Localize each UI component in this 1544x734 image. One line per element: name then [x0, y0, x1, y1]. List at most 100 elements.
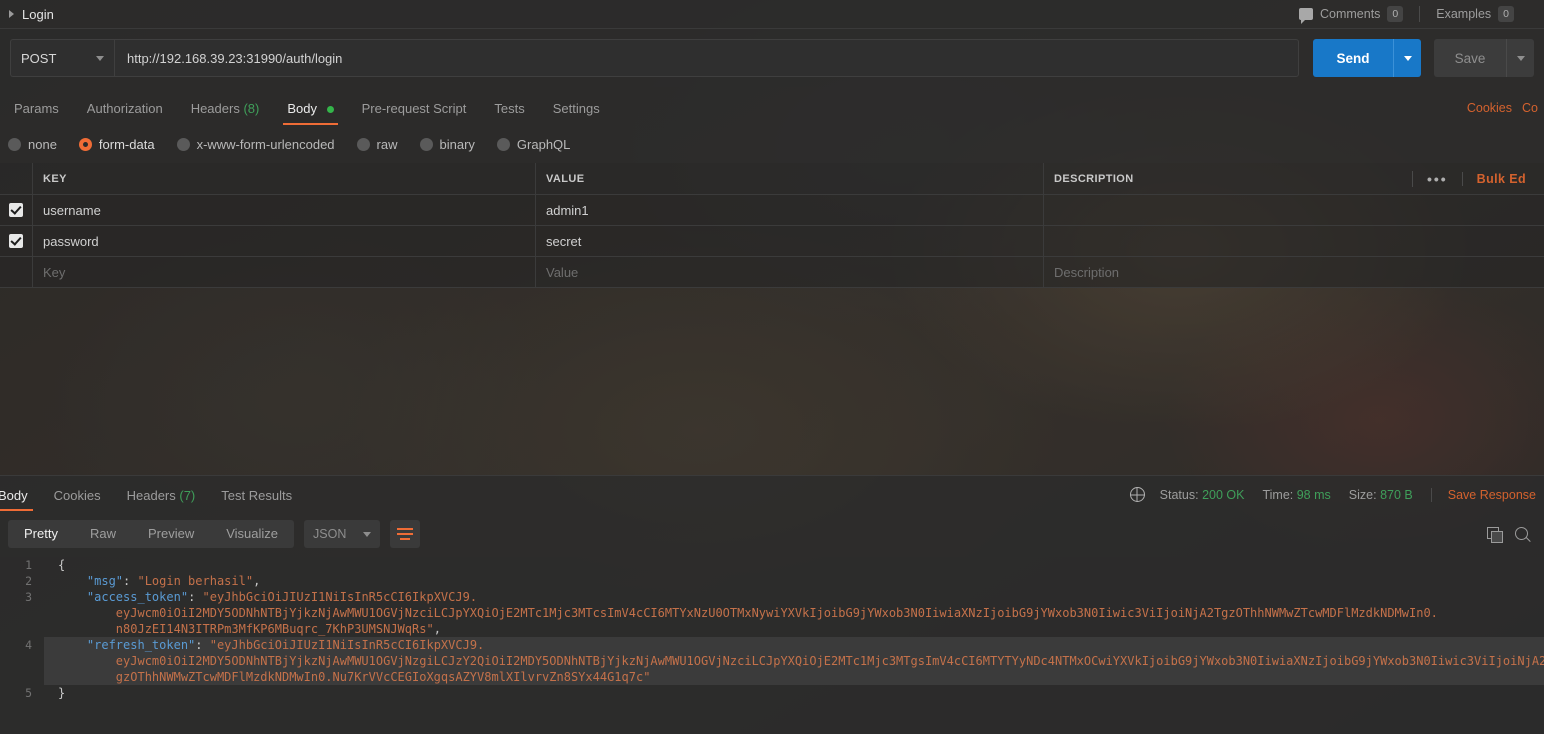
save-options-button[interactable]	[1506, 39, 1534, 77]
response-format-value: JSON	[313, 527, 347, 541]
row-key-input[interactable]: username	[33, 195, 536, 225]
body-type-raw[interactable]: raw	[356, 136, 398, 152]
body-type-binary[interactable]: binary	[419, 136, 475, 152]
code-token: "eyJhbGciOiJIUzI1NiIsInR5cCI6IkpXVCJ9.	[209, 638, 485, 652]
wrap-line-icon	[397, 528, 414, 530]
code-link[interactable]: Co	[1522, 101, 1538, 115]
code-token: ,	[433, 622, 441, 636]
code-line-text: eyJwcm0iOiI2MDY5ODNhNTBjYjkzNjAwMWU1OGVj…	[44, 605, 1544, 621]
radio-label: raw	[376, 136, 398, 152]
code-token: {	[58, 558, 66, 572]
body-type-x-www-form-urlencoded[interactable]: x-www-form-urlencoded	[176, 136, 335, 152]
view-mode-preview[interactable]: Preview	[132, 520, 210, 548]
new-row-value-input[interactable]: Value	[536, 257, 1044, 287]
wrap-line-icon	[400, 538, 411, 540]
send-button-group: Send	[1313, 39, 1421, 77]
radio-icon	[356, 137, 370, 151]
row-checkbox[interactable]	[9, 234, 23, 248]
code-line-text: "msg": "Login berhasil",	[44, 573, 1544, 589]
wrap-line-icon	[397, 533, 414, 535]
response-tab-body[interactable]: Body	[0, 488, 41, 511]
more-options-icon[interactable]: •••	[1411, 170, 1462, 187]
row-key-input[interactable]: password	[33, 226, 536, 256]
row-description-input[interactable]	[1044, 195, 1544, 225]
tab-authorization[interactable]: Authorization	[73, 101, 177, 125]
radio-label: none	[28, 136, 57, 152]
request-url-input[interactable]: http://192.168.39.23:31990/auth/login	[114, 39, 1299, 77]
request-tabs-links: Cookies Co	[1467, 101, 1544, 125]
save-button[interactable]: Save	[1434, 39, 1506, 77]
code-line-text: n80JzEI14N3ITRPm3MfKP6MBuqrc_7KhP3UMSNJW…	[44, 621, 1544, 637]
response-tab-cookies[interactable]: Cookies	[41, 488, 114, 511]
row-checkbox[interactable]	[9, 203, 23, 217]
code-token: "access_token"	[86, 590, 189, 604]
radio-label: x-www-form-urlencoded	[196, 136, 335, 152]
request-body-empty-area	[0, 288, 1544, 475]
send-options-button[interactable]	[1393, 39, 1421, 77]
new-row-key-input[interactable]: Key	[33, 257, 536, 287]
word-wrap-toggle[interactable]	[390, 520, 421, 548]
row-description-input[interactable]	[1044, 226, 1544, 256]
radio-icon	[176, 137, 190, 151]
tab-params[interactable]: Params	[0, 101, 73, 125]
table-row[interactable]: password secret	[0, 226, 1544, 257]
code-token: "refresh_token"	[86, 638, 196, 652]
copy-icon[interactable]	[1487, 527, 1503, 543]
tab-pre-request-script[interactable]: Pre-request Script	[348, 101, 481, 125]
code-line-text: {	[44, 557, 1544, 573]
send-button[interactable]: Send	[1313, 39, 1393, 77]
response-tab-test-results[interactable]: Test Results	[208, 488, 305, 511]
collapse-caret-icon[interactable]	[9, 10, 14, 18]
tab-body[interactable]: Body	[273, 101, 347, 125]
save-response-button[interactable]: Save Response	[1430, 487, 1544, 502]
comments-count: 0	[1387, 6, 1404, 22]
code-token: "eyJhbGciOiJIUzI1NiIsInR5cCI6IkpXVCJ9.	[202, 590, 478, 604]
http-method-select[interactable]: POST	[10, 39, 114, 77]
chevron-down-icon	[96, 55, 104, 61]
response-view-toolbar: Pretty Raw Preview Visualize JSON	[0, 511, 1544, 557]
view-mode-raw[interactable]: Raw	[74, 520, 132, 548]
code-token: n80JzEI14N3ITRPm3MfKP6MBuqrc_7KhP3UMSNJW…	[58, 622, 434, 636]
examples-button[interactable]: Examples 0	[1419, 6, 1530, 22]
table-header-row: KEY VALUE DESCRIPTION ••• Bulk Ed	[0, 163, 1544, 195]
body-type-none[interactable]: none	[8, 137, 57, 152]
code-line: 1{	[0, 557, 1544, 573]
tab-settings[interactable]: Settings	[539, 101, 614, 125]
radio-selected-icon	[78, 137, 92, 151]
new-row-description-input[interactable]: Description	[1044, 257, 1544, 287]
table-row[interactable]: username admin1	[0, 195, 1544, 226]
radio-label: GraphQL	[516, 136, 571, 152]
code-line-text: "access_token": "eyJhbGciOiJIUzI1NiIsInR…	[44, 589, 1544, 605]
line-number: 5	[25, 686, 32, 700]
bulk-edit-button[interactable]: Bulk Ed	[1461, 171, 1534, 186]
request-url-value: http://192.168.39.23:31990/auth/login	[127, 50, 343, 66]
table-new-row[interactable]: Key Value Description	[0, 257, 1544, 288]
response-view-mode-group: Pretty Raw Preview Visualize	[8, 520, 295, 548]
line-number: 3	[25, 590, 32, 604]
tab-tests[interactable]: Tests	[480, 101, 538, 125]
row-value-input[interactable]: admin1	[536, 195, 1044, 225]
response-tab-headers[interactable]: Headers (7)	[114, 488, 209, 511]
response-body-viewer[interactable]: 1{2 "msg": "Login berhasil", 3 "access_to…	[0, 557, 1544, 734]
table-tools: ••• Bulk Ed	[1411, 170, 1534, 187]
row-value-input[interactable]: secret	[536, 226, 1044, 256]
code-line: 5}	[0, 685, 1544, 701]
view-mode-visualize[interactable]: Visualize	[210, 520, 294, 548]
body-type-graphql[interactable]: GraphQL	[496, 136, 571, 152]
line-number: 2	[25, 574, 32, 588]
cookies-link[interactable]: Cookies	[1467, 101, 1512, 115]
radio-label: binary	[439, 136, 475, 152]
body-type-form-data[interactable]: form-data	[78, 137, 155, 152]
code-line: 2 "msg": "Login berhasil",	[0, 573, 1544, 589]
tab-label: Headers	[190, 101, 240, 116]
tab-label: Test Results	[221, 488, 293, 503]
view-mode-pretty[interactable]: Pretty	[8, 520, 74, 548]
tab-label: Settings	[552, 101, 600, 116]
response-format-select[interactable]: JSON	[304, 520, 381, 548]
code-line: eyJwcm0iOiI2MDY5ODNhNTBjYjkzNjAwMWU1OGVj…	[0, 653, 1544, 669]
search-icon[interactable]	[1515, 526, 1530, 542]
tab-headers[interactable]: Headers (8)	[177, 101, 274, 125]
globe-icon[interactable]	[1129, 487, 1145, 502]
comments-button[interactable]: Comments 0	[1283, 6, 1419, 24]
